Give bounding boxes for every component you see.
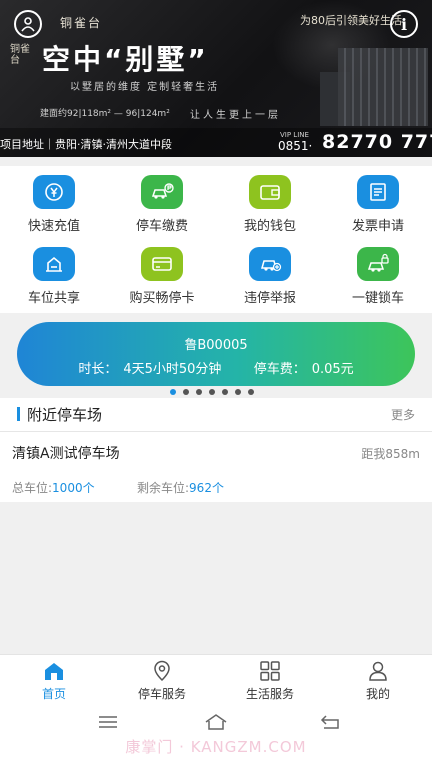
total-spots-label: 总车位: [12,481,53,495]
carousel-dots[interactable] [170,389,254,395]
banner-phone-prefix: 0851· [278,139,313,153]
banner-address: 项目地址｜贵阳·清镇·清州大道中段 [0,138,172,151]
tab-label: 停车服务 [137,687,186,701]
free-spots: 剩余车位:962个 [137,479,224,496]
banner-subtitle: 以墅居的维度 定制轻奢生活 [70,82,220,93]
grid-label: 一键锁车 [351,291,404,306]
carousel-dot[interactable] [183,389,189,395]
duration-label: 时长： [78,362,118,377]
card-icon [141,247,183,281]
grid-item-buy-card[interactable]: 购买畅停卡 [108,238,216,310]
tab-home[interactable]: 首页 [0,655,108,703]
section-accent-bar [17,407,20,421]
car-pay-icon [141,175,183,209]
banner-tagline: 为80后引领美好生活 [300,14,402,27]
grid-item-invoice[interactable]: 发票申请 [324,166,432,238]
lock-car-icon [357,247,399,281]
banner-area: 建面约92|118m² — 96|124m² [40,109,170,119]
location-icon [154,660,170,682]
ad-banner[interactable]: 铜雀台 铜雀台 为80后引领美好生活 i 空中“别墅” 以墅居的维度 定制轻奢生… [0,0,432,157]
carousel-dot[interactable] [235,389,241,395]
info-icon[interactable]: i [390,10,418,38]
banner-title: 空中“别墅” [42,43,209,76]
grid-item-wallet[interactable]: 我的钱包 [216,166,324,238]
tab-life-service[interactable]: 生活服务 [216,655,324,703]
home-icon [45,663,63,680]
grid-item-share-spot[interactable]: 车位共享 [0,238,108,310]
duration-value: 4天5小时50分钟 [123,362,222,377]
watermark: 康掌门 · KANGZM.COM [125,738,307,756]
wallet-icon [249,175,291,209]
divider [0,431,432,432]
banner-vip-label: VIP LINE [280,131,309,139]
grid-icon [260,661,280,681]
license-plate: 鲁B00005 [184,338,248,353]
grid-item-lock-car[interactable]: 一键锁车 [324,238,432,310]
parking-info-line: 时长： 4天5小时50分钟 停车费： 0.05元 [17,358,415,377]
banner-brand-vertical: 铜雀台 [10,44,30,66]
carousel-dot[interactable] [222,389,228,395]
parking-lot-name[interactable]: 清镇A测试停车场 [12,443,120,463]
fee-value: 0.05元 [311,362,354,377]
report-icon [249,247,291,281]
grid-item-recharge[interactable]: 快速充值 [0,166,108,238]
building-image [338,48,428,126]
more-link[interactable]: 更多 [391,406,415,423]
tab-label: 我的 [365,687,390,701]
back-icon[interactable] [312,710,348,734]
carousel-dot[interactable] [196,389,202,395]
share-spot-icon [33,247,75,281]
total-spots: 总车位:1000个 [12,479,95,496]
carousel-dot[interactable] [209,389,215,395]
free-spots-label: 剩余车位: [137,481,190,495]
grid-label: 购买畅停卡 [129,291,195,306]
banner-phone: 82770 777 [322,131,432,153]
app-screen: 铜雀台 铜雀台 为80后引领美好生活 i 空中“别墅” 以墅居的维度 定制轻奢生… [0,0,432,768]
tab-label: 生活服务 [245,687,294,701]
menu-icon[interactable] [90,710,126,734]
carousel-dot[interactable] [248,389,254,395]
grid-item-report[interactable]: 违停举报 [216,238,324,310]
invoice-icon [357,175,399,209]
tab-parking-service[interactable]: 停车服务 [108,655,216,703]
grid-label: 违停举报 [243,291,296,306]
profile-icon[interactable] [14,10,42,38]
tab-label: 首页 [41,687,66,701]
fee-label: 停车费： [253,362,306,377]
bottom-tab-bar: 首页 停车服务 生活服务 我的 [0,654,432,702]
grid-item-parking-pay[interactable]: 停车缴费 [108,166,216,238]
user-icon [369,661,387,681]
grid-label: 快速充值 [27,219,80,234]
grid-label: 车位共享 [27,291,80,306]
recharge-icon [33,175,75,209]
grid-label: 我的钱包 [243,219,296,234]
grid-label: 停车缴费 [135,219,188,234]
function-grid: 快速充值 停车缴费 我的钱包 发票申请 车位共享 购买畅停卡 违停举报 一键锁车 [0,166,432,313]
free-spots-value: 962个 [189,481,224,495]
section-title: 附近停车场 [27,406,103,424]
nearby-parking-section: 附近停车场 更多 清镇A测试停车场 距我858m 总车位:1000个 剩余车位:… [0,398,432,502]
home-nav-icon[interactable] [198,710,234,734]
system-navigation-bar [0,702,432,768]
banner-brand: 铜雀台 [60,16,103,30]
grid-label: 发票申请 [351,219,404,234]
tab-mine[interactable]: 我的 [324,655,432,703]
carousel-dot[interactable] [170,389,176,395]
current-parking-card[interactable]: 鲁B00005 时长： 4天5小时50分钟 停车费： 0.05元 [17,322,415,386]
parking-lot-distance: 距我858m [361,447,420,461]
banner-slogan: 让人生更上一层 [190,110,281,121]
total-spots-value: 1000个 [52,481,95,495]
